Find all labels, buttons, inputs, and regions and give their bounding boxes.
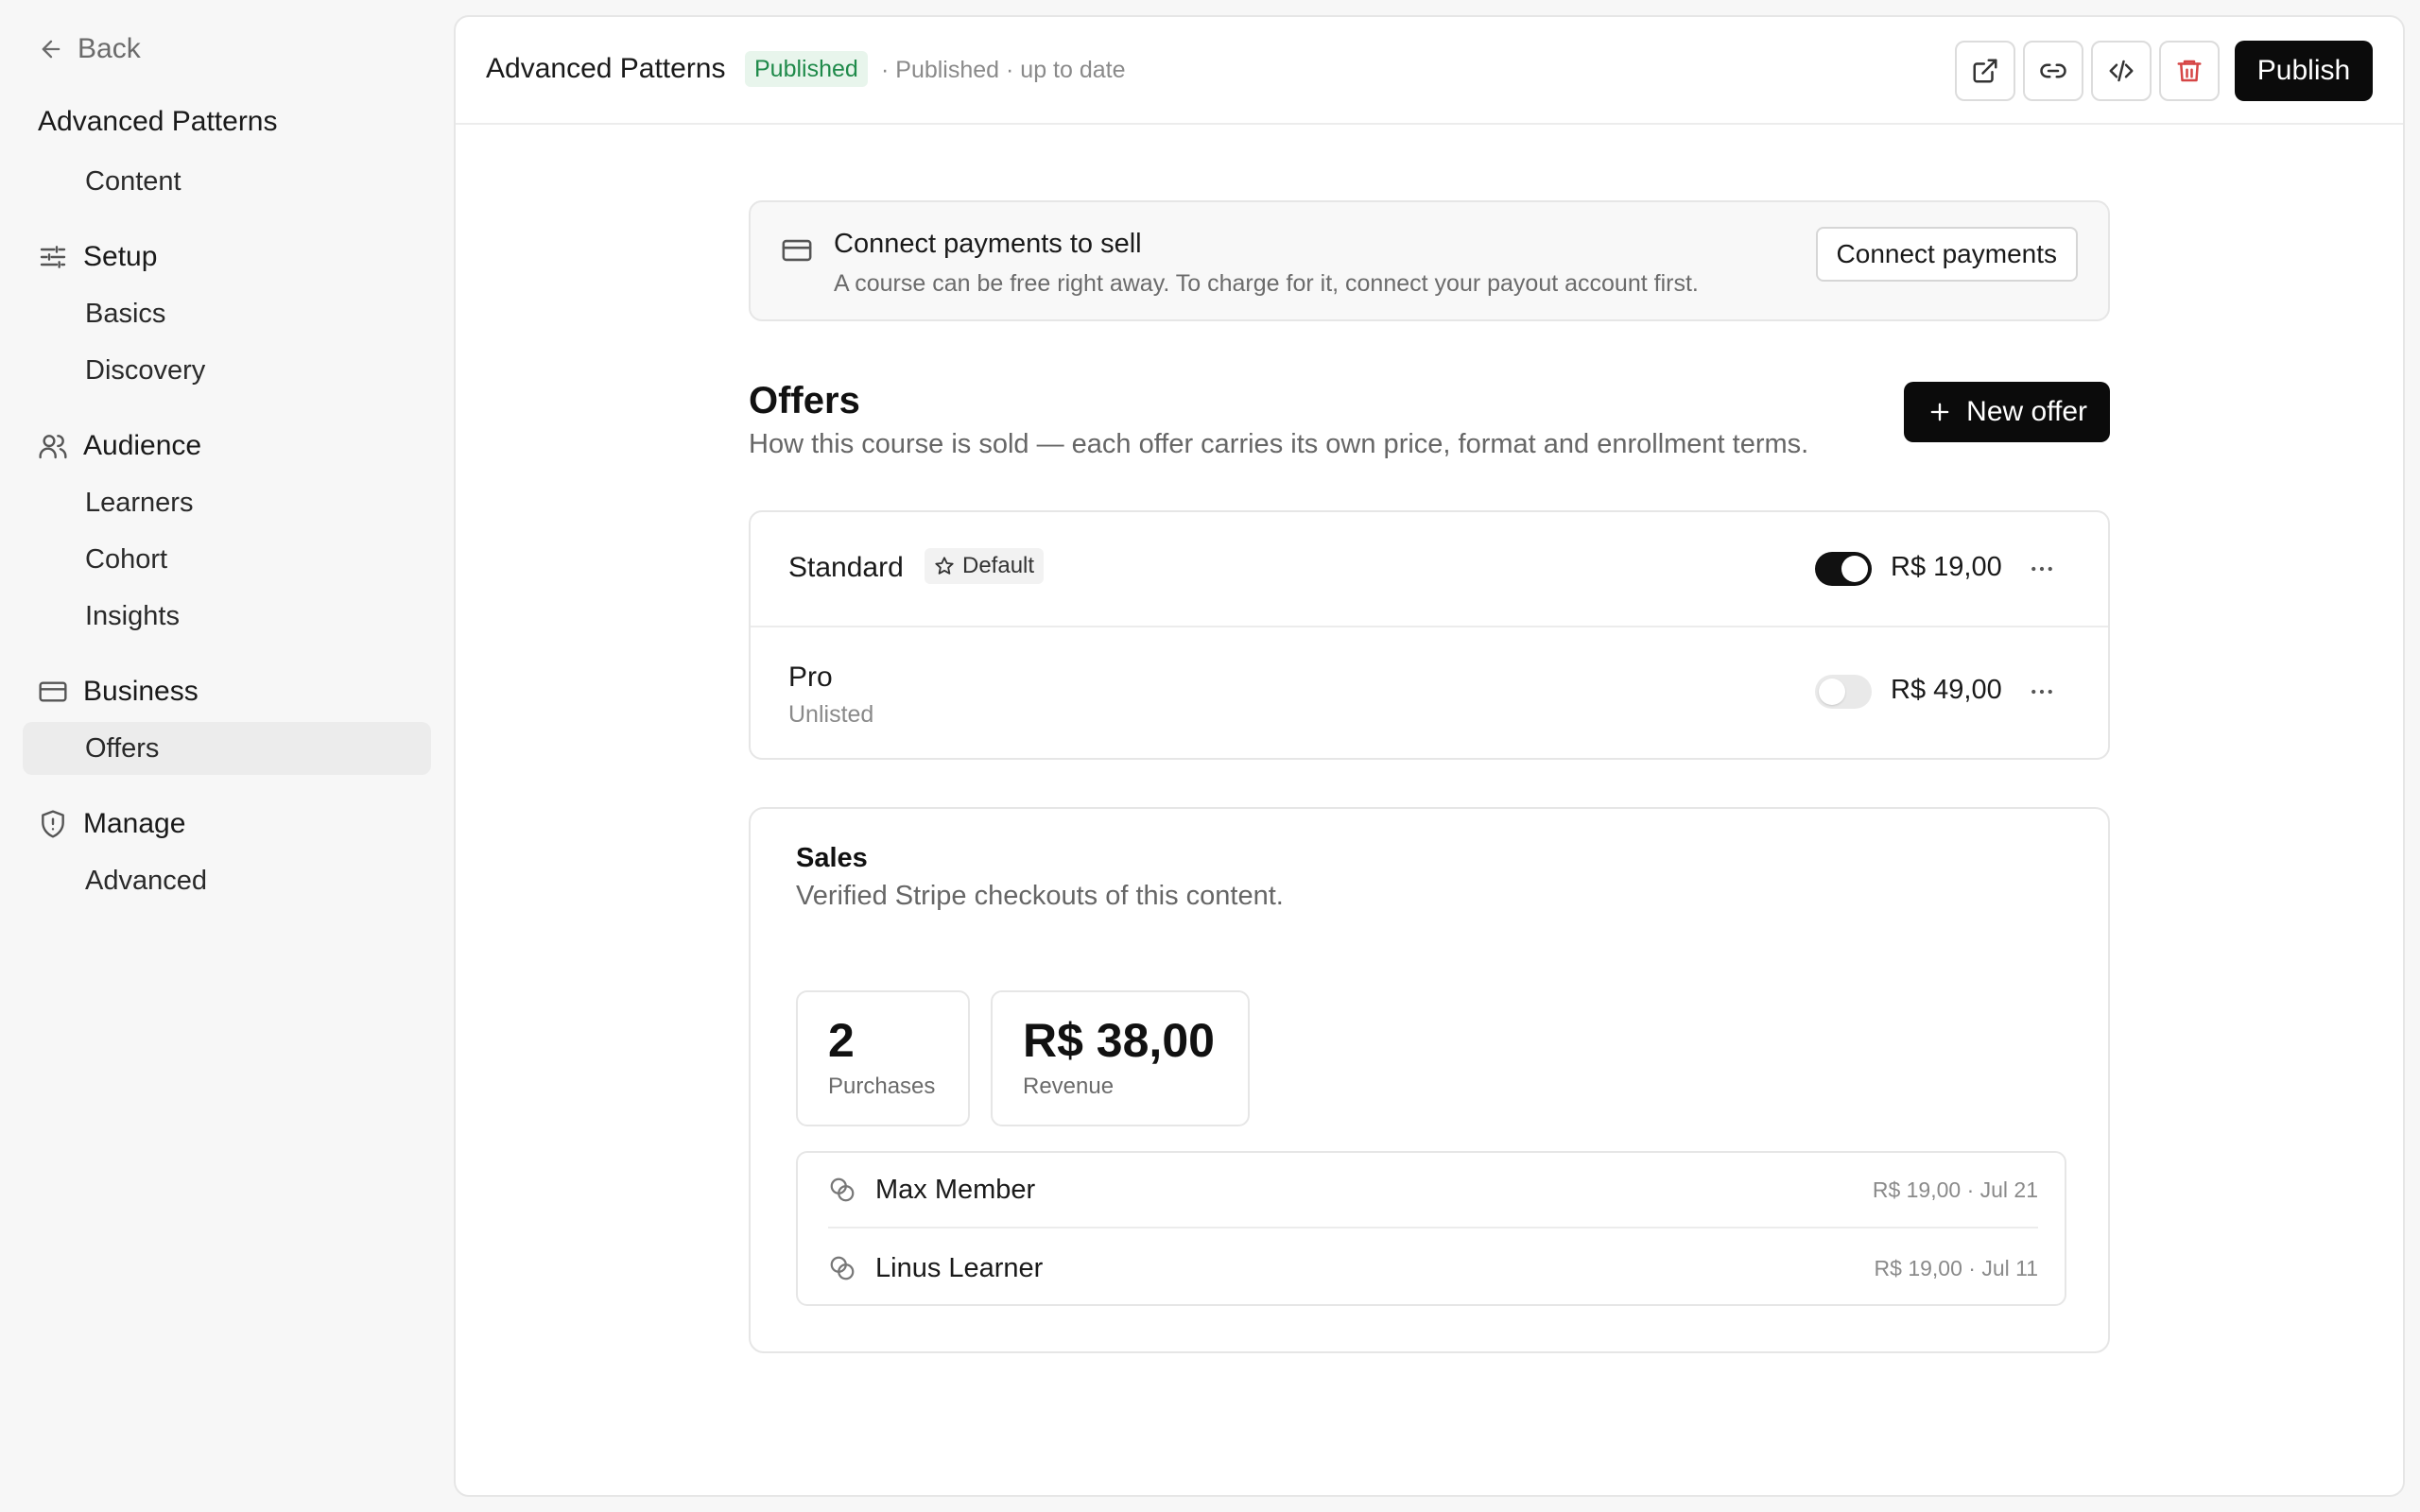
sliders-icon [38, 242, 68, 272]
connect-payments-button[interactable]: Connect payments [1815, 227, 2078, 282]
offers-title: Offers [749, 380, 860, 421]
offer-name: Pro [788, 662, 833, 693]
sidebar-group-label: Setup [83, 241, 158, 272]
link-icon [2039, 57, 2067, 85]
stat-value: R$ 38,00 [1023, 1014, 1215, 1067]
default-label: Default [962, 553, 1035, 578]
purchase-name: Linus Learner [875, 1252, 1044, 1283]
offer-price: R$ 19,00 [1891, 552, 2002, 582]
credit-card-icon [781, 234, 813, 266]
copy-link-button[interactable] [2023, 41, 2083, 101]
back-button[interactable]: Back [38, 30, 141, 68]
sidebar-item-discovery[interactable]: Discovery [23, 344, 431, 397]
new-offer-button[interactable]: New offer [1904, 382, 2110, 442]
sidebar-group-audience: Audience [38, 425, 201, 467]
sidebar-group-label: Audience [83, 430, 202, 461]
purchases-list: Max Member R$ 19,00 · Jul 21 Linus Learn… [796, 1151, 2066, 1306]
trash-icon [2175, 57, 2204, 85]
offers-subtitle: How this course is sold — each offer car… [749, 429, 1809, 459]
new-offer-label: New offer [1966, 396, 2087, 427]
coins-icon [828, 1254, 856, 1282]
stat-value: 2 [828, 1014, 855, 1067]
list-item[interactable]: Max Member R$ 19,00 · Jul 21 [828, 1153, 2038, 1228]
embed-code-button[interactable] [2091, 41, 2152, 101]
default-badge: Default [925, 548, 1045, 584]
coins-icon [828, 1176, 856, 1204]
stat-label: Revenue [1023, 1074, 1115, 1099]
stat-purchases: 2 Purchases [796, 990, 970, 1126]
offer-enabled-toggle[interactable] [1815, 675, 1872, 709]
sales-card: Sales Verified Stripe checkouts of this … [749, 807, 2110, 1353]
status-text: · Published · up to date [881, 57, 1126, 83]
publish-button[interactable]: Publish [2235, 41, 2373, 101]
main-panel: Advanced Patterns Published · Published … [454, 15, 2405, 1497]
connect-title: Connect payments to sell [834, 229, 1142, 259]
sidebar-item-learners[interactable]: Learners [23, 476, 431, 529]
offer-more-button[interactable] [2023, 550, 2061, 588]
more-horizontal-icon [2028, 678, 2056, 706]
stat-label: Purchases [828, 1074, 936, 1099]
offer-enabled-toggle[interactable] [1815, 552, 1872, 586]
code-icon [2107, 57, 2135, 85]
sidebar-group-label: Business [83, 676, 199, 707]
sales-title: Sales [796, 843, 868, 873]
delete-button[interactable] [2159, 41, 2220, 101]
sidebar-group-label: Manage [83, 808, 186, 839]
offer-price: R$ 49,00 [1891, 675, 2002, 705]
connect-subtitle: A course can be free right away. To char… [834, 270, 1699, 297]
sales-subtitle: Verified Stripe checkouts of this conten… [796, 881, 1284, 911]
toggle-knob [1841, 556, 1868, 582]
page-title: Advanced Patterns [486, 53, 726, 84]
sidebar-item-advanced[interactable]: Advanced [23, 854, 431, 907]
star-icon [934, 556, 955, 576]
sidebar-group-manage: Manage [38, 803, 185, 845]
sidebar-item-cohort[interactable]: Cohort [23, 533, 431, 586]
list-item[interactable]: Linus Learner R$ 19,00 · Jul 11 [828, 1230, 2038, 1306]
sidebar-group-setup: Setup [38, 236, 157, 278]
purchase-info: R$ 19,00 · Jul 21 [1872, 1177, 2038, 1202]
offers-list: Standard Default R$ 19,00 Pro Unlisted R… [749, 510, 2110, 760]
sidebar-item-basics[interactable]: Basics [23, 287, 431, 340]
back-label: Back [78, 33, 141, 64]
users-icon [38, 431, 68, 461]
purchase-name: Max Member [875, 1174, 1036, 1205]
sidebar-item-offers[interactable]: Offers [23, 722, 431, 775]
shield-icon [38, 809, 68, 839]
toggle-knob [1819, 679, 1845, 705]
external-link-icon [1971, 57, 1999, 85]
offer-name: Standard [788, 552, 904, 583]
purchase-info: R$ 19,00 · Jul 11 [1874, 1255, 2038, 1280]
arrow-left-icon [38, 36, 64, 62]
offer-more-button[interactable] [2023, 673, 2061, 711]
sidebar-item-content[interactable]: Content [23, 155, 431, 208]
credit-card-icon [38, 677, 68, 707]
offer-visibility: Unlisted [788, 701, 874, 728]
open-external-button[interactable] [1955, 41, 2015, 101]
connect-payments-card: Connect payments to sell A course can be… [749, 200, 2110, 321]
offer-row-pro[interactable]: Pro Unlisted R$ 49,00 [751, 627, 2108, 760]
course-title: Advanced Patterns [38, 106, 278, 137]
plus-icon [1927, 399, 1953, 425]
more-horizontal-icon [2028, 555, 2056, 583]
stat-revenue: R$ 38,00 Revenue [991, 990, 1250, 1126]
top-bar: Advanced Patterns Published · Published … [456, 17, 2403, 125]
offer-row-standard[interactable]: Standard Default R$ 19,00 [751, 512, 2108, 627]
sidebar: Back Advanced Patterns Content Setup Bas… [0, 0, 454, 1512]
sidebar-group-business: Business [38, 671, 199, 713]
sidebar-item-insights[interactable]: Insights [23, 590, 431, 643]
status-badge: Published [745, 51, 868, 87]
